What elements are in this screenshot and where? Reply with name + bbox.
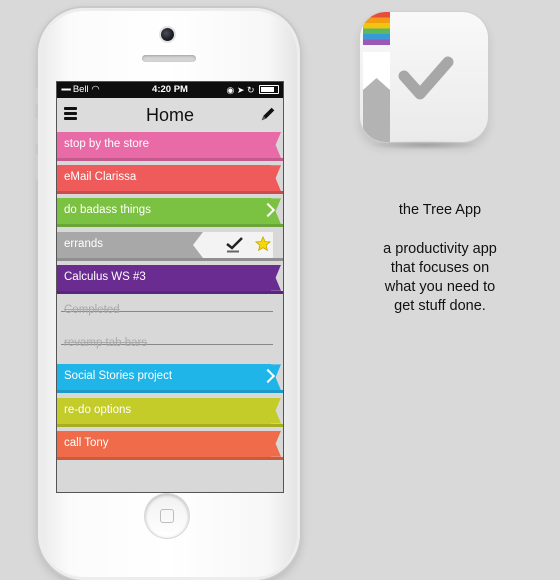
- nav-bar: Home: [57, 98, 283, 132]
- task-row[interactable]: call Tony: [57, 430, 283, 460]
- task-label: do badass things: [64, 204, 151, 217]
- phone-screen: ▪▪▪▪▪ Bell ◠ 4:20 PM ◉ ➤ ↻ Home stop by …: [56, 81, 284, 493]
- task-row[interactable]: Social Stories project: [57, 364, 283, 394]
- task-list: stop by the store eMail Clarissa do badass…: [57, 132, 283, 464]
- task-label: Calculus WS #3: [64, 270, 146, 283]
- task-label: Social Stories project: [64, 370, 173, 383]
- task-label: eMail Clarissa: [64, 171, 137, 184]
- task-label: call Tony: [64, 436, 109, 449]
- description-line: a productivity app: [383, 241, 497, 257]
- volume-up-button: [34, 118, 38, 144]
- task-label: re-do options: [64, 403, 132, 416]
- task-underline: [57, 224, 283, 228]
- task-row[interactable]: re-do options: [57, 397, 283, 427]
- phone-frame: ▪▪▪▪▪ Bell ◠ 4:20 PM ◉ ➤ ↻ Home stop by …: [34, 8, 300, 580]
- app-icon-graphic: [363, 12, 454, 142]
- earpiece-speaker: [142, 55, 196, 62]
- ribbon-flag: [263, 165, 281, 192]
- ribbon-stripe: [363, 39, 390, 45]
- rotation-lock-icon: ↻: [246, 85, 255, 95]
- home-square-icon: [160, 509, 174, 523]
- task-underline: [57, 158, 283, 161]
- task-label: revamp tab bars: [64, 337, 148, 350]
- status-icons: ◉ ➤ ↻: [226, 82, 279, 98]
- volume-down-button: [34, 154, 38, 180]
- ribbon-stripe: [363, 34, 390, 40]
- task-underline: [57, 456, 283, 460]
- app-description: a productivity app that focuses on what …: [340, 240, 540, 316]
- description-line: that focuses on: [390, 260, 490, 276]
- status-bar: ▪▪▪▪▪ Bell ◠ 4:20 PM ◉ ➤ ↻: [57, 82, 283, 98]
- checkmark-icon[interactable]: [225, 236, 245, 253]
- home-button[interactable]: [145, 494, 189, 538]
- pencil-icon[interactable]: [259, 105, 277, 123]
- star-icon[interactable]: [255, 235, 271, 252]
- task-underline: [57, 423, 283, 427]
- checkmark-icon: [398, 56, 454, 100]
- app-icon: [360, 12, 488, 142]
- task-underline: [57, 257, 283, 261]
- task-row[interactable]: eMail Clarissa: [57, 165, 283, 195]
- ribbon-flag: [263, 132, 281, 158]
- task-row[interactable]: stop by the store: [57, 132, 283, 161]
- task-row[interactable]: revamp tab bars: [57, 331, 283, 357]
- ribbon-stripe: [363, 17, 390, 23]
- task-underline: [57, 191, 283, 195]
- task-row[interactable]: do badass things: [57, 198, 283, 228]
- rainbow-ribbon: [363, 12, 390, 45]
- icon-shadow: [370, 140, 480, 150]
- description-line: what you need to: [384, 279, 496, 295]
- front-camera: [161, 28, 174, 41]
- ribbon-flag: [263, 430, 281, 457]
- task-row[interactable]: errands: [57, 231, 283, 261]
- location-icon: ➤: [236, 85, 245, 95]
- task-underline: [57, 290, 283, 294]
- swipe-panel-notch: [193, 231, 203, 258]
- ribbon-stripe: [363, 23, 390, 29]
- app-name: the Tree App: [398, 202, 482, 218]
- battery-icon: [259, 85, 279, 94]
- ribbon-stripe: [363, 28, 390, 34]
- ribbon-flag: [263, 397, 281, 424]
- task-row[interactable]: Calculus WS #3: [57, 264, 283, 294]
- description-line: get stuff done.: [394, 298, 486, 314]
- ribbon-flag: [263, 264, 281, 291]
- mute-switch: [34, 88, 38, 104]
- ribbon-stripe: [363, 12, 390, 18]
- alarm-icon: ◉: [226, 85, 235, 95]
- task-label: errands: [64, 237, 103, 250]
- app-content: Home stop by the store eMail Clarissa do b…: [57, 98, 283, 492]
- task-underline: [57, 390, 283, 394]
- task-label: Completed: [64, 303, 120, 316]
- task-row[interactable]: Completed: [57, 298, 283, 324]
- page-title: Home: [145, 105, 194, 125]
- task-label: stop by the store: [64, 138, 150, 150]
